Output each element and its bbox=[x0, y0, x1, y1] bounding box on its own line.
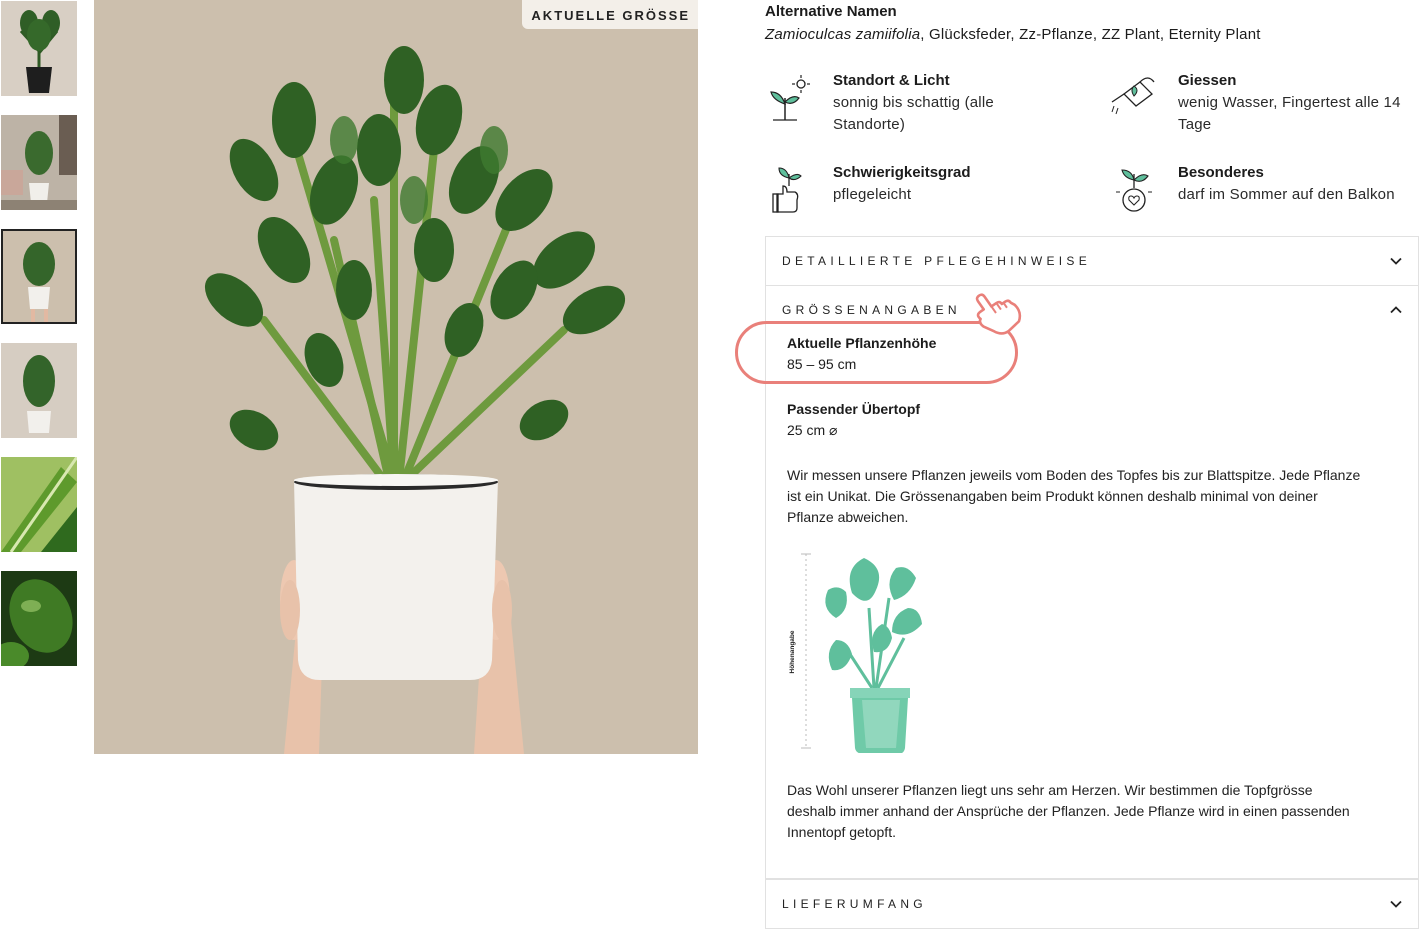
other-names: , Glücksfeder, Zz-Pflanze, ZZ Plant, Ete… bbox=[920, 26, 1261, 43]
thumbnail-3[interactable] bbox=[1, 229, 77, 324]
pointing-hand-icon bbox=[975, 293, 1022, 335]
accordion-delivery-title: LIEFERUMFANG bbox=[782, 897, 927, 911]
sun-seedling-icon bbox=[770, 75, 810, 121]
thumbs-up-seedling-icon bbox=[772, 167, 802, 213]
thumbnail-6[interactable] bbox=[1, 571, 77, 666]
care-watering-desc-2: Tage bbox=[1178, 116, 1212, 133]
height-diagram: Höhenangabe bbox=[789, 553, 922, 753]
alt-names-title: Alternative Namen bbox=[765, 3, 897, 20]
pot-info-line-2: deshalb immer anhand der Ansprüche der P… bbox=[787, 803, 1350, 819]
pot-info-line-3: Innentopf getopft. bbox=[787, 824, 896, 840]
diagram-height-label: Höhenangabe bbox=[789, 630, 796, 673]
accordion-delivery[interactable]: LIEFERUMFANG bbox=[765, 879, 1419, 929]
thumbnail-gallery bbox=[1, 1, 77, 685]
chevron-down-icon bbox=[1390, 900, 1402, 908]
pot-size-value: 25 cm ⌀ bbox=[787, 422, 838, 438]
care-watering-desc: wenig Wasser, Fingertest alle 14 bbox=[1178, 94, 1401, 111]
accordion-care-details[interactable]: DETAILLIERTE PFLEGEHINWEISE bbox=[765, 236, 1419, 286]
care-difficulty-desc: pflegeleicht bbox=[833, 186, 912, 203]
main-product-image: AKTUELLE GRÖSSE bbox=[94, 0, 698, 754]
thumbnail-1[interactable] bbox=[1, 1, 77, 96]
thumbnail-5[interactable] bbox=[1, 457, 77, 552]
measure-info-line-2: ist ein Unikat. Die Grössenangaben beim … bbox=[787, 488, 1318, 504]
care-difficulty-title: Schwierigkeitsgrad bbox=[833, 164, 971, 181]
thumbnail-4[interactable] bbox=[1, 343, 77, 438]
care-location-title: Standort & Licht bbox=[833, 72, 950, 89]
measure-info-line-3: Pflanze abweichen. bbox=[787, 509, 909, 525]
product-info: Alternative Namen Zamioculcas zamiifolia… bbox=[765, 0, 1419, 929]
chevron-down-icon bbox=[1390, 257, 1402, 265]
care-location-desc-2: Standorte) bbox=[833, 116, 906, 133]
chevron-up-icon bbox=[1390, 306, 1402, 314]
alt-names-text: Zamioculcas zamiifolia, Glücksfeder, Zz-… bbox=[765, 26, 1419, 43]
care-overview: Standort & Licht sonnig bis schattig (al… bbox=[765, 70, 1419, 220]
pot-info-line-1: Das Wohl unserer Pflanzen liegt uns sehr… bbox=[787, 782, 1313, 798]
pot-size-label: Passender Übertopf bbox=[787, 401, 921, 417]
pot-info: Das Wohl unserer Pflanzen liegt uns sehr… bbox=[787, 780, 1397, 843]
accordion-delivery-header[interactable]: LIEFERUMFANG bbox=[766, 880, 1418, 928]
accordion-care-details-header[interactable]: DETAILLIERTE PFLEGEHINWEISE bbox=[766, 237, 1418, 285]
current-size-badge: AKTUELLE GRÖSSE bbox=[522, 0, 698, 29]
care-location-desc: sonnig bis schattig (alle bbox=[833, 94, 994, 111]
heart-seedling-icon bbox=[1116, 169, 1152, 212]
pot-size: Passender Übertopf 25 cm ⌀ bbox=[787, 399, 1397, 441]
care-special-desc: darf im Sommer auf den Balkon bbox=[1178, 186, 1395, 203]
accordion-sizes-title: GRÖSSENANGABEN bbox=[782, 303, 961, 317]
thumbnail-2[interactable] bbox=[1, 115, 77, 210]
latin-name: Zamioculcas zamiifolia bbox=[765, 26, 921, 43]
care-watering-title: Giessen bbox=[1178, 72, 1237, 89]
care-special-title: Besonderes bbox=[1178, 164, 1264, 181]
accordion-care-details-title: DETAILLIERTE PFLEGEHINWEISE bbox=[782, 254, 1092, 268]
measure-info: Wir messen unsere Pflanzen jeweils vom B… bbox=[787, 465, 1397, 528]
measure-info-line-1: Wir messen unsere Pflanzen jeweils vom B… bbox=[787, 467, 1361, 483]
watering-can-icon bbox=[1111, 77, 1155, 115]
